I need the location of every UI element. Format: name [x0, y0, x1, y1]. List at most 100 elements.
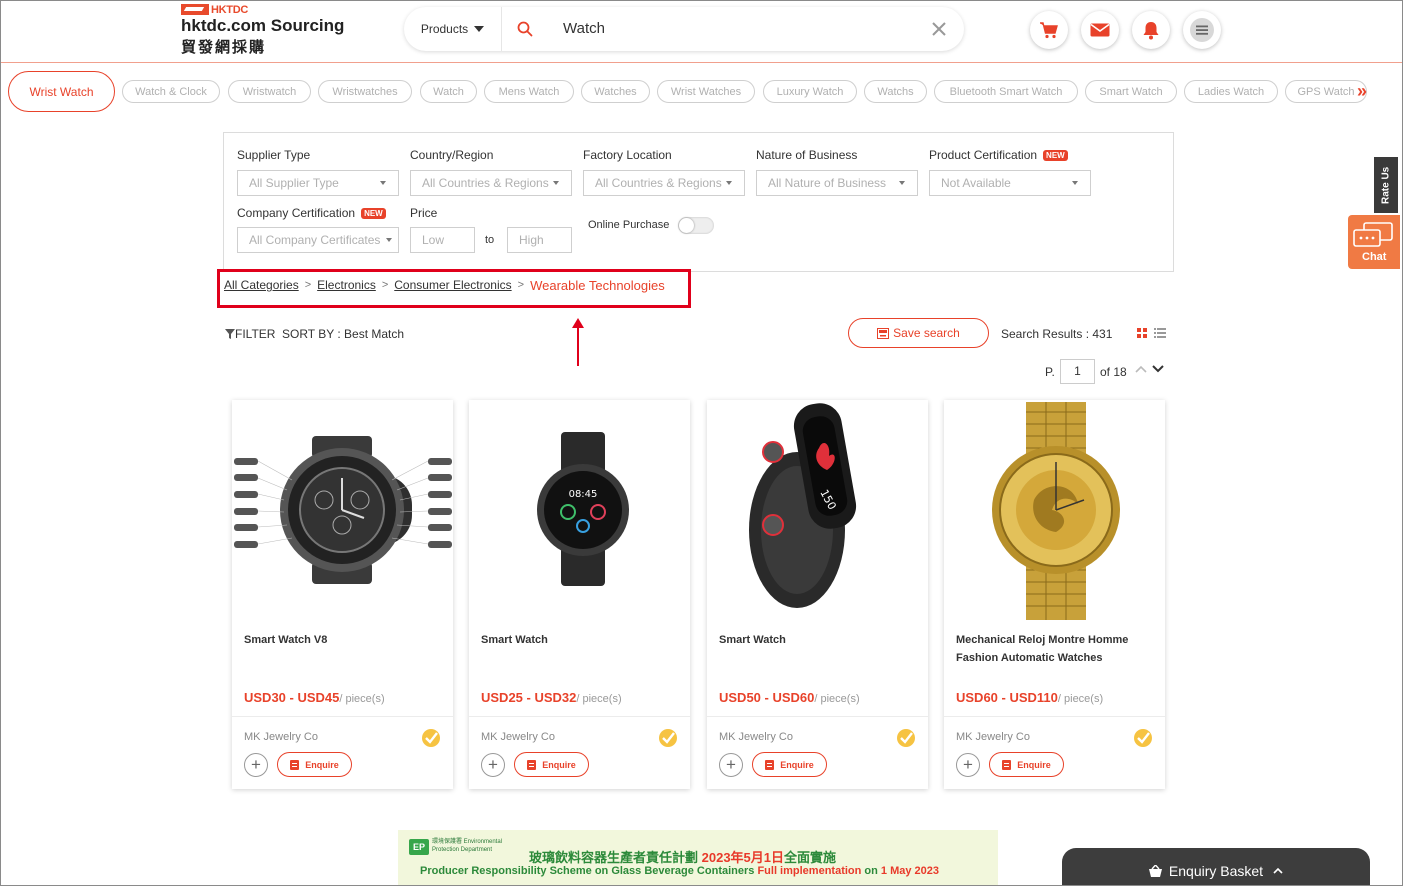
card-divider	[232, 716, 453, 717]
save-search-label: Save search	[893, 326, 960, 340]
product-card[interactable]: Mechanical Reloj Montre Homme Fashion Au…	[944, 400, 1165, 789]
caret-down-icon	[380, 181, 386, 185]
verified-supplier-icon	[897, 729, 915, 747]
tag-wristwatch[interactable]: Wristwatch	[228, 80, 311, 103]
list-view-icon[interactable]	[1154, 328, 1166, 338]
enquire-button[interactable]: Enquire	[989, 752, 1064, 777]
search-category-label: Products	[420, 22, 469, 36]
country-value: All Countries & Regions	[422, 176, 549, 190]
supplier-name[interactable]: MK Jewelry Co	[244, 731, 318, 743]
enquire-button[interactable]: Enquire	[752, 752, 827, 777]
supplier-name[interactable]: MK Jewelry Co	[956, 731, 1030, 743]
tag-watch-clock[interactable]: Watch & Clock	[122, 80, 220, 103]
product-title[interactable]: Mechanical Reloj Montre Homme Fashion Au…	[956, 631, 1156, 667]
page-number-input[interactable]: 1	[1060, 359, 1095, 384]
price-range: USD50 - USD60	[719, 690, 815, 705]
search-input[interactable]: Watch	[563, 20, 605, 37]
tag-smart-watch[interactable]: Smart Watch	[1085, 80, 1177, 103]
grid-view-icon[interactable]	[1137, 328, 1147, 338]
supplier-type-select[interactable]: All Supplier Type	[237, 170, 399, 196]
verified-supplier-icon	[659, 729, 677, 747]
search-icon[interactable]	[517, 21, 533, 37]
chat-button[interactable]: Chat	[1348, 215, 1400, 269]
cart-icon	[1040, 22, 1058, 39]
enquire-label: Enquire	[305, 759, 339, 770]
annotation-arrow	[577, 325, 579, 366]
watch-face-time: 08:45	[569, 489, 598, 500]
epd-logo-icon: EP	[409, 839, 429, 855]
clear-search-icon[interactable]	[930, 20, 948, 38]
tag-wrist-watches[interactable]: Wrist Watches	[657, 80, 755, 103]
tag-mens-watch[interactable]: Mens Watch	[484, 80, 574, 103]
supplier-type-label: Supplier Type	[237, 148, 311, 162]
page-prefix: P.	[1045, 365, 1055, 379]
product-title[interactable]: Smart Watch V8	[244, 631, 444, 649]
product-certification-select[interactable]: Not Available	[929, 170, 1091, 196]
country-select[interactable]: All Countries & Regions	[410, 170, 572, 196]
tag-watch[interactable]: Watch	[420, 80, 477, 103]
chat-label: Chat	[1362, 251, 1387, 263]
supplier-name[interactable]: MK Jewelry Co	[719, 731, 793, 743]
add-to-basket-button[interactable]: +	[244, 753, 268, 777]
product-price: USD30 - USD45/ piece(s)	[244, 690, 385, 705]
add-to-basket-button[interactable]: +	[481, 753, 505, 777]
menu-button[interactable]	[1183, 11, 1221, 49]
cart-button[interactable]	[1030, 11, 1068, 49]
tag-luxury-watch[interactable]: Luxury Watch	[763, 80, 857, 103]
rate-us-tab[interactable]: Rate Us	[1374, 157, 1398, 213]
enquire-button[interactable]: Enquire	[277, 752, 352, 777]
sort-by-select[interactable]: SORT BY : Best Match	[282, 327, 404, 341]
product-card[interactable]: Smart Watch V8 USD30 - USD45/ piece(s) M…	[232, 400, 453, 789]
product-image-smart-watch-band[interactable]: 150	[707, 400, 928, 622]
messages-button[interactable]	[1081, 11, 1119, 49]
tag-ladies-watch[interactable]: Ladies Watch	[1184, 80, 1278, 103]
enquiry-basket-button[interactable]: Enquiry Basket	[1062, 848, 1370, 885]
tag-wrist-watch[interactable]: Wrist Watch	[8, 71, 115, 112]
company-certification-select[interactable]: All Company Certificates	[237, 227, 399, 253]
caret-down-icon	[726, 181, 732, 185]
chevron-up-icon	[1273, 867, 1283, 874]
menu-icon	[1190, 18, 1214, 42]
add-to-basket-button[interactable]: +	[719, 753, 743, 777]
banner-en-part: on	[861, 865, 881, 877]
funnel-icon	[225, 329, 235, 339]
document-icon	[290, 759, 300, 770]
nature-of-business-select[interactable]: All Nature of Business	[756, 170, 918, 196]
notifications-button[interactable]	[1132, 11, 1170, 49]
previous-page-icon[interactable]	[1135, 365, 1147, 373]
banner-chinese-text: 玻璃飲料容器生產者責任計劃 2023年5月1日全面實施	[529, 847, 836, 866]
product-price: USD25 - USD32/ piece(s)	[481, 690, 622, 705]
online-purchase-toggle[interactable]	[678, 217, 714, 234]
price-low-input[interactable]: Low	[410, 227, 475, 253]
tags-next-icon[interactable]: »	[1357, 81, 1367, 102]
add-to-basket-button[interactable]: +	[956, 753, 980, 777]
price-to-label: to	[485, 234, 495, 246]
tag-wristwatches[interactable]: Wristwatches	[318, 80, 412, 103]
next-page-icon[interactable]	[1152, 365, 1164, 373]
filter-panel: Supplier Type All Supplier Type Country/…	[223, 132, 1174, 272]
enquire-button[interactable]: Enquire	[514, 752, 589, 777]
banner-en-highlight: Full implementation	[757, 865, 862, 877]
verified-supplier-icon	[1134, 729, 1152, 747]
product-title[interactable]: Smart Watch	[719, 631, 919, 649]
filter-toggle[interactable]: FILTER	[225, 327, 275, 341]
product-image-smart-watch[interactable]: 08:45	[469, 400, 690, 622]
product-card[interactable]: 08:45 Smart Watch USD25 - USD32/ piece(s…	[469, 400, 690, 789]
save-search-button[interactable]: Save search	[848, 318, 989, 348]
factory-location-select[interactable]: All Countries & Regions	[583, 170, 745, 196]
product-image-mechanical-watch[interactable]	[944, 400, 1165, 622]
tag-bluetooth-smart-watch[interactable]: Bluetooth Smart Watch	[934, 80, 1078, 103]
tag-watches[interactable]: Watches	[581, 80, 650, 103]
card-divider	[707, 716, 928, 717]
search-category-dropdown[interactable]: Products	[404, 7, 502, 51]
tag-watchs[interactable]: Watchs	[864, 80, 927, 103]
product-image-smart-watch-v8[interactable]	[232, 400, 453, 622]
tag-gps-watch[interactable]: GPS Watch	[1285, 80, 1367, 103]
promo-banner[interactable]: EP 環境保護署 Environmental Protection Depart…	[398, 830, 998, 885]
price-high-input[interactable]: High	[507, 227, 572, 253]
hktdc-logo[interactable]: HKTDC hktdc.com Sourcing 貿發網採購	[179, 3, 359, 56]
verified-supplier-icon	[422, 729, 440, 747]
supplier-name[interactable]: MK Jewelry Co	[481, 731, 555, 743]
product-title[interactable]: Smart Watch	[481, 631, 681, 649]
product-card[interactable]: 150 Smart Watch USD50 - USD60/ piece(s) …	[707, 400, 928, 789]
